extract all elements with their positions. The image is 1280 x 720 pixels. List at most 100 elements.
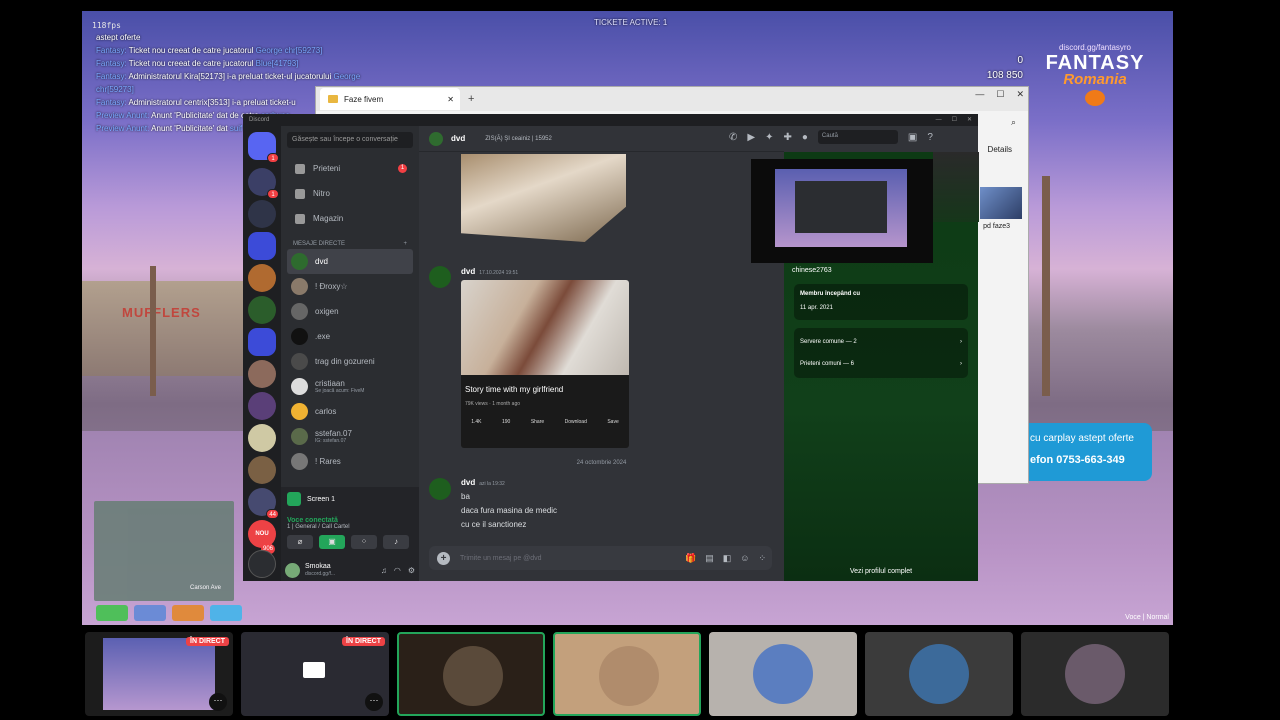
server-icon[interactable] (248, 296, 276, 324)
activities-icon[interactable]: ⁘ (351, 535, 377, 549)
message-date: azi la 19:32 (479, 481, 505, 487)
youtube-embed[interactable]: Story time with my girlfriend 79K views … (461, 280, 629, 448)
composer-placeholder[interactable]: Trimite un mesaj pe @dvd (460, 555, 542, 562)
dm-item[interactable]: ! Ðroxy☆ (287, 274, 413, 299)
screen-share-row[interactable]: Screen 1 (281, 487, 419, 511)
server-icon[interactable] (248, 424, 276, 452)
message-author[interactable]: dvd (461, 267, 475, 276)
more-icon[interactable]: ⋯ (209, 693, 227, 711)
mic-icon[interactable]: ♫ (381, 566, 387, 575)
help-icon[interactable]: ? (927, 132, 933, 143)
image-attachment[interactable] (461, 154, 626, 242)
chat-search-input[interactable]: Caută (817, 130, 898, 144)
video-title[interactable]: Story time with my girlfriend (461, 375, 629, 394)
dm-item[interactable]: cristiaan Se joacă acum: FiveM (287, 374, 413, 399)
server-icon[interactable]: 1 (248, 168, 279, 199)
server-icon[interactable] (248, 392, 276, 420)
close-icon[interactable]: ✕ (1016, 89, 1024, 100)
dm-item[interactable]: oxigen (287, 299, 413, 324)
minimize-icon[interactable]: — (975, 89, 984, 100)
call-icon[interactable]: ✆ (729, 132, 737, 143)
stream-tile[interactable]: ÎN DIRECT ⋯ (241, 632, 389, 716)
chat-toolbar: ✆ ▶ ✦ ✚ ● Caută ▣ ? (729, 130, 933, 144)
dm-search-input[interactable]: Găsește sau începe o conversație (287, 132, 413, 148)
camera-off-icon[interactable]: ⌀ (287, 535, 313, 549)
add-friend-icon[interactable]: ✚ (783, 132, 791, 143)
attach-button[interactable]: + (437, 551, 450, 565)
details-button[interactable]: Details (988, 145, 1012, 154)
folder-icon[interactable] (248, 232, 276, 260)
message-author[interactable]: dvd (461, 478, 475, 487)
home-button[interactable]: 1 (248, 132, 279, 163)
message-composer[interactable]: + Trimite un mesaj pe @dvd 🎁 ▤ ◧ ☺ ⁘ (429, 546, 772, 570)
screen-label: Screen 1 (307, 495, 336, 503)
dm-item[interactable]: carlos (287, 399, 413, 424)
pin-icon[interactable]: ✦ (765, 132, 773, 143)
participant-tile[interactable] (1021, 632, 1169, 716)
search-icon[interactable]: ⌕ (1011, 117, 1016, 128)
maximize-icon[interactable]: ☐ (996, 89, 1004, 100)
video-call-icon[interactable]: ▶ (747, 132, 755, 143)
member-since-value: 11 apr. 2021 (800, 305, 833, 311)
add-dm-icon[interactable]: + (403, 241, 407, 247)
stream-preview[interactable] (751, 159, 933, 263)
voice-channel[interactable]: 1 | General / Call Cartel (287, 524, 413, 530)
dm-name: trag din gozureni (315, 357, 375, 366)
file-label[interactable]: pd faze3 (983, 223, 1010, 230)
server-icon[interactable]: 44 (248, 488, 279, 519)
avatar[interactable] (285, 562, 300, 578)
file-thumbnail[interactable] (980, 187, 1022, 219)
dm-item[interactable]: ! Rares (287, 449, 413, 474)
participant-tile[interactable] (865, 632, 1013, 716)
view-full-profile-link[interactable]: Vezi profilul complet (784, 568, 978, 575)
gear-icon[interactable]: ⚙ (408, 566, 415, 575)
mutual-servers-row[interactable]: Servere comune — 2 › (800, 331, 962, 353)
dm-item[interactable]: trag din gozureni (287, 349, 413, 374)
nav-friends[interactable]: Prieteni 1 (287, 156, 413, 181)
maximize-icon[interactable]: ☐ (952, 114, 957, 126)
profile-toggle-icon[interactable]: ● (802, 132, 808, 143)
gift-icon[interactable]: 🎁 (685, 553, 696, 564)
dm-item[interactable]: dvd (287, 249, 413, 274)
video-thumbnail[interactable] (461, 280, 629, 375)
server-icon[interactable] (248, 456, 276, 484)
server-icon[interactable] (248, 360, 276, 388)
dm-item[interactable]: .exe (287, 324, 413, 349)
participant-tile[interactable] (553, 632, 701, 716)
share-screen-icon[interactable]: ▣ (319, 535, 345, 549)
save-button[interactable]: Save (607, 419, 618, 425)
new-tab-button[interactable]: + (468, 93, 474, 105)
avatar[interactable] (429, 478, 451, 500)
explorer-tab[interactable]: Faze fivem ✕ (320, 88, 460, 110)
soundboard-icon[interactable]: ♪ (383, 535, 409, 549)
mutual-friends-row[interactable]: Prieteni comuni — 6 › (800, 353, 962, 375)
nav-shop[interactable]: Magazin (287, 206, 413, 231)
more-icon[interactable]: ⋯ (365, 693, 383, 711)
dislike-button[interactable]: 190 (502, 419, 510, 425)
inbox-icon[interactable]: ▣ (908, 132, 917, 143)
download-button[interactable]: Download (565, 419, 587, 425)
server-icon[interactable] (248, 264, 276, 292)
close-icon[interactable]: ✕ (967, 114, 972, 126)
participant-tile[interactable] (709, 632, 857, 716)
server-icon[interactable] (248, 200, 276, 228)
folder-icon[interactable] (248, 328, 276, 356)
gif-icon[interactable]: ▤ (705, 553, 714, 564)
avatar (909, 644, 969, 704)
nav-nitro[interactable]: Nitro (287, 181, 413, 206)
headphones-icon[interactable]: ◠ (394, 566, 401, 575)
participant-tile[interactable] (397, 632, 545, 716)
close-icon[interactable]: ✕ (447, 95, 454, 104)
avatar[interactable] (429, 266, 451, 288)
apps-icon[interactable]: ⁘ (758, 553, 766, 564)
stream-tile[interactable]: ÎN DIRECT ⋯ (85, 632, 233, 716)
sticker-icon[interactable]: ◧ (723, 553, 732, 564)
like-button[interactable]: 1.4K (471, 419, 481, 425)
minimize-icon[interactable]: — (936, 114, 942, 126)
notification-badge: 1 (267, 153, 279, 163)
dm-item[interactable]: sstefan.07 IG: sstefan.07 (287, 424, 413, 449)
share-button[interactable]: Share (531, 419, 544, 425)
chat-area: dvd ZIS(Ă) ȘI ceainiz | 15952 dvd 17.10.2… (419, 126, 784, 581)
emoji-icon[interactable]: ☺ (740, 553, 749, 564)
discover-icon[interactable] (248, 550, 276, 578)
